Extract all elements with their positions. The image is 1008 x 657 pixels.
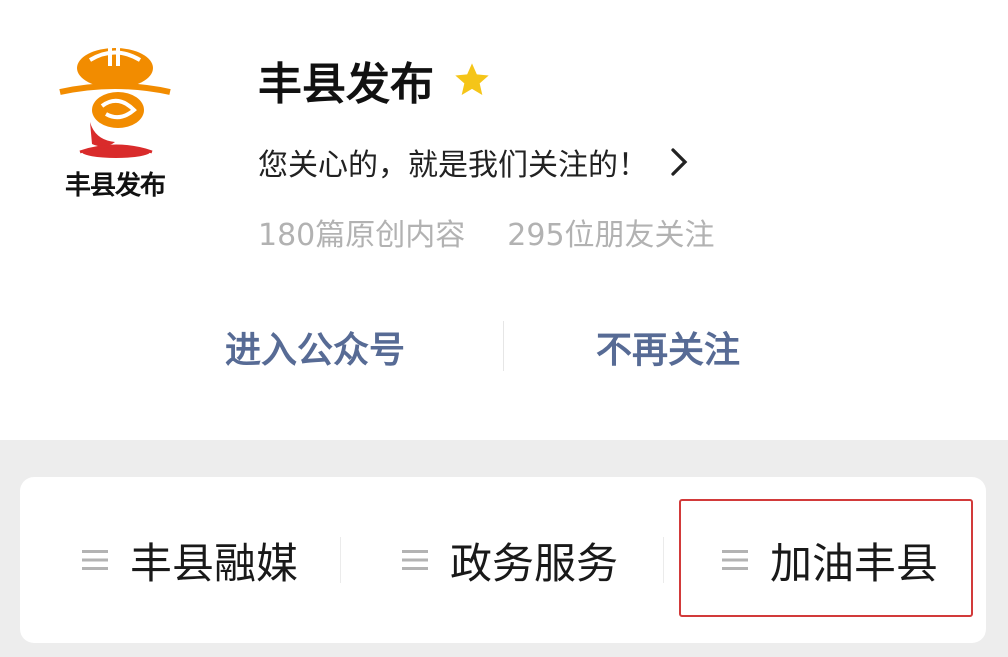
menu-divider — [340, 537, 341, 583]
account-name-row: 丰县发布 — [258, 50, 492, 110]
action-bar: 进入公众号 不再关注 — [0, 315, 1008, 379]
menu-item-label: 丰县融媒 — [129, 538, 298, 588]
menu-divider — [663, 537, 664, 583]
account-avatar[interactable]: 丰县发布 — [50, 40, 180, 205]
account-menu-bar: 丰县融媒 政务服务 加油丰县 — [20, 477, 986, 643]
follower-count: 295位朋友关注 — [507, 218, 715, 253]
star-icon[interactable] — [452, 60, 492, 100]
enter-account-button[interactable]: 进入公众号 — [190, 315, 440, 379]
article-count: 180篇原创内容 — [258, 218, 466, 253]
subscription-account-panel: 丰县发布 丰县发布 您关心的，就是我们关注的！ 180篇原创内容 295位朋友关… — [0, 0, 1008, 657]
account-logo-icon — [59, 44, 171, 158]
unfollow-button[interactable]: 不再关注 — [548, 315, 788, 379]
menu-item-label: 政务服务 — [449, 538, 618, 588]
menu-lines-icon — [401, 550, 428, 570]
avatar-logo-text: 丰县发布 — [64, 171, 166, 201]
menu-lines-icon — [81, 550, 108, 570]
account-menu-area: 丰县融媒 政务服务 加油丰县 — [0, 440, 1008, 657]
account-name: 丰县发布 — [258, 59, 434, 110]
menu-item-media[interactable]: 丰县融媒 — [40, 477, 340, 643]
highlight-annotation-box — [679, 499, 973, 617]
account-intro-link[interactable]: 您关心的，就是我们关注的！ — [258, 140, 688, 184]
action-divider — [503, 321, 504, 371]
account-header: 丰县发布 丰县发布 您关心的，就是我们关注的！ 180篇原创内容 295位朋友关… — [0, 0, 1008, 440]
account-slogan: 您关心的，就是我们关注的！ — [258, 148, 648, 183]
chevron-right-icon — [671, 148, 688, 176]
account-stats: 180篇原创内容 295位朋友关注 — [258, 210, 715, 254]
menu-item-gov-services[interactable]: 政务服务 — [360, 477, 660, 643]
